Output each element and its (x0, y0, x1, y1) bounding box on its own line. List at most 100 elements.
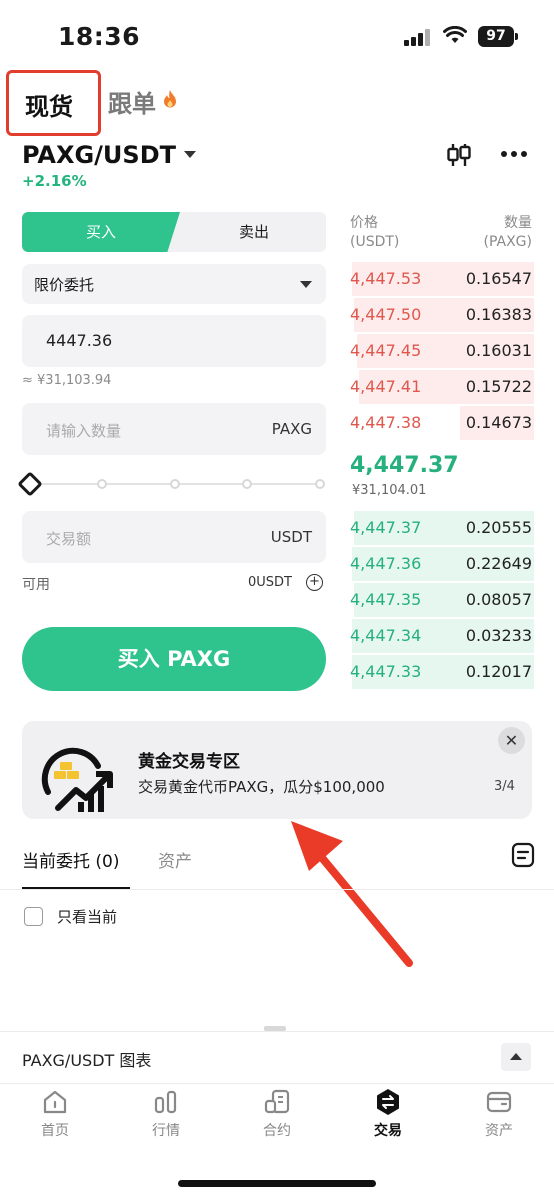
nav-home-label: 首页 (41, 1123, 69, 1139)
available-label: 可用 (22, 577, 50, 593)
buy-tab[interactable]: 买入 (22, 212, 180, 252)
deposit-plus-icon[interactable]: + (306, 574, 323, 591)
tab-spot-label: 现货 (25, 93, 73, 121)
nav-market-label: 行情 (152, 1123, 180, 1139)
orderbook-ask-row[interactable]: 4,447.45 0.16031 (348, 334, 534, 368)
divider (0, 889, 554, 890)
more-options-icon[interactable] (500, 150, 528, 158)
ask-price: 4,447.41 (350, 377, 422, 396)
nav-trade-label: 交易 (374, 1123, 402, 1139)
orderbook-bid-row[interactable]: 4,447.37 0.20555 (348, 511, 534, 545)
slider-step-100[interactable] (315, 479, 325, 489)
orderbook-bid-row[interactable]: 4,447.36 0.22649 (348, 547, 534, 581)
sell-tab[interactable]: 卖出 (182, 212, 326, 252)
nav-home[interactable]: 首页 (0, 1088, 110, 1148)
slider-step-50[interactable] (170, 479, 180, 489)
chevron-down-icon (300, 281, 312, 288)
gold-trading-icon (41, 747, 113, 812)
slider-handle[interactable] (17, 471, 43, 497)
bid-quantity: 0.03233 (465, 626, 532, 645)
qty-header-unit: (PAXG) (483, 234, 533, 250)
bid-price: 4,447.37 (350, 518, 422, 537)
last-price[interactable]: 4,447.37 (350, 453, 459, 478)
annotation-arrow-icon (291, 821, 413, 967)
price-change: +2.16% (22, 172, 87, 190)
nav-market[interactable]: 行情 (111, 1088, 221, 1148)
ask-price: 4,447.38 (350, 413, 422, 432)
banner-title: 黄金交易专区 (138, 752, 240, 772)
price-fiat-estimate: ≈ ¥31,103.94 (22, 373, 112, 388)
chart-drawer-label: PAXG/USDT 图表 (22, 1051, 152, 1070)
tab-open-orders[interactable]: 当前委托 (0) (22, 847, 119, 872)
nav-futures-label: 合约 (263, 1123, 291, 1139)
orderbook-qty-header: 数量 (PAXG) (470, 214, 533, 252)
home-icon (43, 1090, 67, 1114)
wallet-icon (486, 1091, 512, 1113)
trade-icon (377, 1089, 399, 1115)
buy-sell-toggle: 买入 卖出 (22, 212, 326, 252)
nav-assets[interactable]: 资产 (444, 1088, 554, 1148)
nav-futures[interactable]: 合约 (222, 1088, 332, 1148)
quantity-unit: PAXG (271, 420, 312, 438)
total-amount-input[interactable]: 交易额 USDT (22, 511, 326, 563)
ask-quantity: 0.16383 (465, 305, 532, 324)
orderbook-ask-row[interactable]: 4,447.50 0.16383 (348, 298, 534, 332)
futures-icon (264, 1089, 290, 1114)
tab-copy-trading[interactable]: 跟单 (108, 84, 156, 119)
bid-price: 4,447.33 (350, 662, 422, 681)
order-type-value: 限价委托 (34, 276, 95, 294)
fire-icon (164, 90, 176, 108)
chevron-down-icon[interactable] (184, 151, 196, 158)
bid-price: 4,447.34 (350, 626, 422, 645)
bid-price: 4,447.35 (350, 590, 422, 609)
quantity-placeholder: 请输入数量 (46, 422, 122, 440)
bid-quantity: 0.12017 (465, 662, 532, 681)
qty-header-label: 数量 (504, 215, 532, 231)
bid-quantity: 0.22649 (465, 554, 532, 573)
ask-quantity: 0.16031 (465, 341, 532, 360)
trading-pair-title[interactable]: PAXG/USDT (22, 141, 176, 169)
bid-quantity: 0.08057 (465, 590, 532, 609)
order-type-select[interactable]: 限价委托 (22, 264, 326, 304)
bid-price: 4,447.36 (350, 554, 422, 573)
orderbook-bid-row[interactable]: 4,447.33 0.12017 (348, 655, 534, 689)
orderbook-bid-row[interactable]: 4,447.35 0.08057 (348, 583, 534, 617)
orderbook-price-header: 价格 (USDT) (350, 214, 399, 252)
quantity-input[interactable]: 请输入数量 PAXG (22, 403, 326, 455)
orderbook-ask-row[interactable]: 4,447.53 0.16547 (348, 262, 534, 296)
status-time: 18:36 (58, 22, 141, 51)
price-header-label: 价格 (350, 215, 378, 231)
available-balance: 0USDT (248, 575, 292, 590)
amount-unit: USDT (270, 528, 312, 546)
slider-step-25[interactable] (97, 479, 107, 489)
orderbook-bid-row[interactable]: 4,447.34 0.03233 (348, 619, 534, 653)
only-current-label: 只看当前 (57, 908, 118, 926)
home-indicator (178, 1180, 376, 1187)
market-icon (154, 1090, 177, 1114)
ask-price: 4,447.50 (350, 305, 422, 324)
orderbook-ask-row[interactable]: 4,447.41 0.15722 (348, 370, 534, 404)
slider-step-75[interactable] (242, 479, 252, 489)
ask-price: 4,447.53 (350, 269, 422, 288)
buy-button[interactable]: 买入 PAXG (22, 627, 326, 691)
chevron-up-icon[interactable] (501, 1043, 531, 1071)
only-current-checkbox[interactable] (24, 907, 43, 926)
order-history-icon[interactable] (511, 842, 535, 868)
price-input[interactable]: 4447.36 (22, 315, 326, 367)
signal-icon (404, 28, 434, 46)
ask-quantity: 0.16547 (465, 269, 532, 288)
banner-subtitle: 交易黄金代币PAXG，瓜分$100,000 (138, 778, 385, 796)
ask-quantity: 0.15722 (465, 377, 532, 396)
amount-placeholder: 交易额 (46, 530, 92, 548)
tab-spot[interactable]: 现货 (6, 70, 101, 136)
wifi-icon (443, 26, 467, 43)
nav-trade[interactable]: 交易 (333, 1088, 443, 1148)
candlestick-chart-icon[interactable] (446, 142, 472, 168)
drawer-grip[interactable] (264, 1026, 286, 1031)
price-value: 4447.36 (46, 331, 113, 350)
tab-assets[interactable]: 资产 (158, 847, 192, 872)
battery-indicator: 97 (478, 26, 518, 47)
orderbook-ask-row[interactable]: 4,447.38 0.14673 (348, 406, 534, 440)
nav-assets-label: 资产 (485, 1123, 513, 1139)
close-icon[interactable]: ✕ (498, 727, 525, 754)
